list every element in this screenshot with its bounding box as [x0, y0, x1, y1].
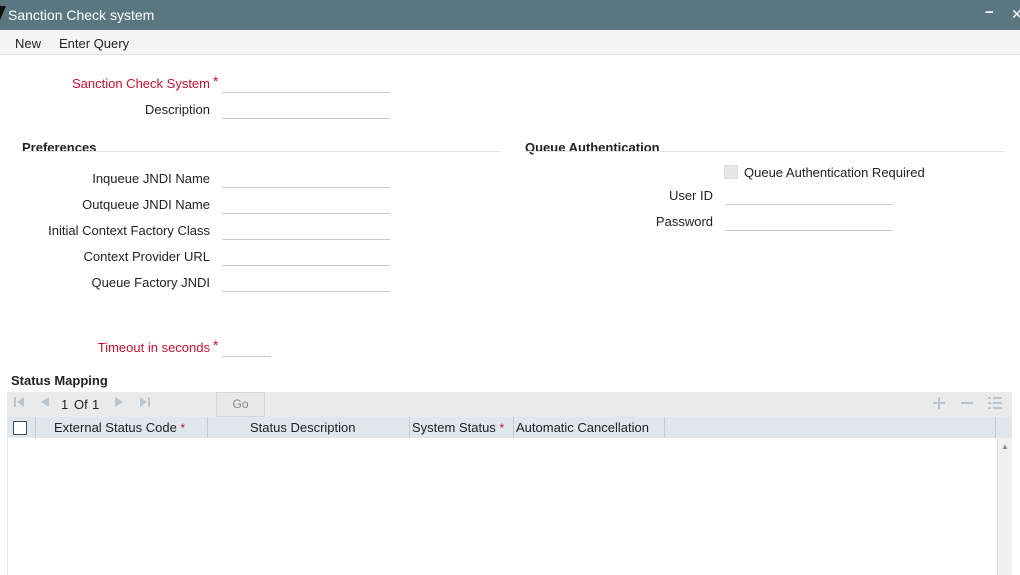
timeout-label: Timeout in seconds [97, 340, 210, 355]
preferences-heading: Preferences [22, 140, 97, 155]
description-label: Description [144, 102, 210, 117]
column-label: Status Description [250, 420, 356, 435]
status-mapping-heading: Status Mapping [11, 373, 108, 388]
timeout-input[interactable] [222, 339, 271, 357]
minimize-icon[interactable]: − [985, 4, 994, 21]
user-id-input[interactable] [725, 187, 893, 205]
password-label: Password [655, 214, 713, 229]
next-page-icon[interactable] [113, 396, 125, 411]
context-provider-url-input[interactable] [222, 248, 390, 266]
select-all-checkbox[interactable] [13, 421, 27, 435]
mouse-cursor-icon [0, 6, 6, 20]
menu-bar: New Enter Query [0, 30, 1020, 55]
queue-factory-jndi-input[interactable] [222, 274, 390, 292]
initial-context-factory-label: Initial Context Factory Class [48, 223, 210, 238]
column-separator [409, 417, 410, 438]
enter-query-button[interactable]: Enter Query [59, 36, 129, 51]
column-separator [35, 417, 36, 438]
column-separator [513, 417, 514, 438]
required-marker: * [213, 337, 219, 353]
password-input[interactable] [725, 213, 893, 231]
preferences-divider [22, 151, 500, 152]
queue-authentication-required-label: Queue Authentication Required [744, 165, 925, 180]
required-marker: * [180, 421, 186, 435]
description-input[interactable] [222, 101, 390, 119]
required-marker: * [499, 421, 505, 435]
first-page-icon[interactable] [13, 396, 25, 411]
queue-factory-jndi-label: Queue Factory JNDI [91, 275, 211, 290]
queue-authentication-heading: Queue Authentication [525, 140, 660, 155]
inqueue-jndi-input[interactable] [222, 170, 390, 188]
grid-vertical-scrollbar[interactable] [997, 438, 1012, 575]
column-header-system-status[interactable]: System Status * [412, 417, 504, 438]
queue-authentication-divider [525, 151, 1005, 152]
context-provider-url-label: Context Provider URL [83, 249, 210, 264]
sanction-check-system-label: Sanction Check System [71, 76, 210, 91]
column-label: External Status Code [54, 420, 177, 435]
queue-authentication-required-checkbox[interactable] [724, 165, 738, 179]
add-row-icon[interactable] [933, 397, 945, 412]
close-icon[interactable]: ✕ [1011, 6, 1020, 23]
column-label: Automatic Cancellation [516, 420, 649, 435]
column-separator [664, 417, 665, 438]
status-mapping-grid-body [7, 438, 997, 575]
column-header-status-description[interactable]: Status Description [250, 417, 356, 438]
pager-current: 1 [61, 397, 69, 412]
inqueue-jndi-label: Inqueue JNDI Name [92, 171, 210, 186]
column-separator [995, 417, 996, 438]
sanction-check-system-input[interactable] [222, 75, 390, 93]
pager-total: 1 [92, 397, 100, 412]
delete-row-icon[interactable] [961, 397, 973, 412]
required-marker: * [213, 73, 219, 89]
column-separator [207, 417, 208, 438]
go-button[interactable]: Go [216, 392, 265, 417]
column-header-automatic-cancellation[interactable]: Automatic Cancellation [516, 417, 649, 438]
scroll-up-icon[interactable]: ▲ [1001, 442, 1009, 451]
pager-of-label: Of [74, 397, 88, 412]
user-id-label: User ID [668, 188, 713, 203]
status-mapping-grid-header: External Status Code * Status Descriptio… [7, 417, 1012, 438]
previous-page-icon[interactable] [39, 396, 51, 411]
new-button[interactable]: New [15, 36, 41, 51]
column-label: System Status [412, 420, 496, 435]
initial-context-factory-input[interactable] [222, 222, 390, 240]
outqueue-jndi-input[interactable] [222, 196, 390, 214]
last-page-icon[interactable] [139, 396, 151, 411]
outqueue-jndi-label: Outqueue JNDI Name [82, 197, 210, 212]
window-titlebar: Sanction Check system − ✕ [0, 0, 1020, 30]
view-details-icon[interactable] [988, 396, 1002, 413]
window-title: Sanction Check system [8, 7, 155, 23]
status-mapping-toolbar: 1 Of 1 Go [7, 392, 1012, 417]
column-header-external-status-code[interactable]: External Status Code * [54, 417, 185, 438]
